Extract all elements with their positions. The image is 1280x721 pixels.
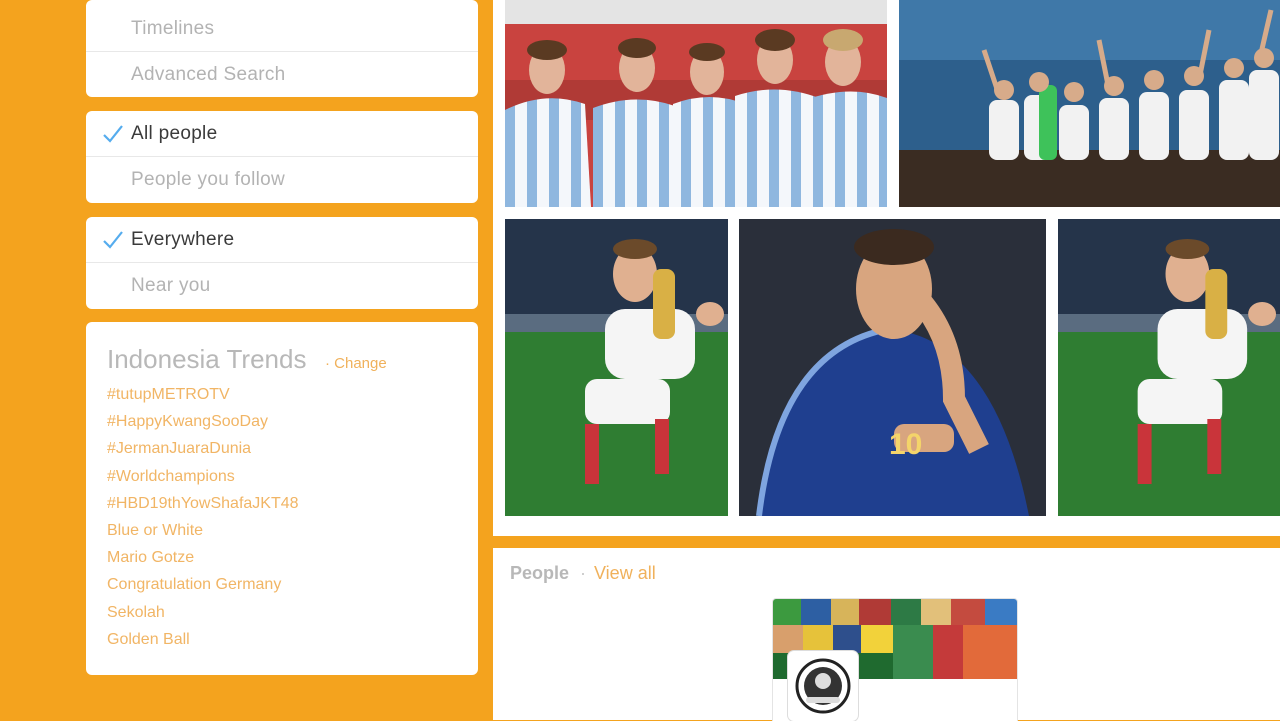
trend-item[interactable]: #HappyKwangSooDay bbox=[107, 413, 299, 440]
filter-all-people[interactable]: All people bbox=[86, 111, 478, 157]
trend-item[interactable]: Congratulation Germany bbox=[107, 576, 299, 603]
trends-list: #tutupMETROTV #HappyKwangSooDay #JermanJ… bbox=[107, 386, 299, 658]
people-panel: People · View all bbox=[493, 548, 1280, 721]
media-photo-2[interactable] bbox=[899, 0, 1280, 207]
menu-item-label: Advanced Search bbox=[131, 64, 286, 85]
player-in-blue-jersey-photo: 10 bbox=[739, 219, 1046, 516]
trend-item[interactable]: #tutupMETROTV bbox=[107, 386, 299, 413]
location-filter-card: Everywhere Near you bbox=[86, 217, 478, 309]
trends-change-link[interactable]: · Change bbox=[325, 355, 387, 372]
trend-item[interactable]: Mario Gotze bbox=[107, 549, 299, 576]
trend-item[interactable]: #Worldchampions bbox=[107, 468, 299, 495]
menu-item-timelines[interactable]: Timelines bbox=[86, 0, 478, 52]
player-with-trophy-photo bbox=[505, 219, 728, 516]
trends-title: Indonesia Trends bbox=[107, 344, 307, 374]
media-panel: 10 bbox=[493, 0, 1280, 536]
trend-item[interactable]: Golden Ball bbox=[107, 631, 299, 658]
team-in-striped-jerseys-photo bbox=[505, 0, 887, 207]
view-all-link[interactable]: View all bbox=[594, 563, 656, 584]
media-photo-5[interactable] bbox=[1058, 219, 1280, 516]
trend-item[interactable]: Sekolah bbox=[107, 604, 299, 631]
profile-logo-icon bbox=[795, 658, 851, 714]
check-icon bbox=[103, 125, 123, 143]
people-filter-card: All people People you follow bbox=[86, 111, 478, 203]
filter-label: Everywhere bbox=[131, 229, 235, 250]
menu-item-label: Timelines bbox=[131, 18, 215, 39]
filter-people-you-follow[interactable]: People you follow bbox=[86, 157, 478, 203]
media-photo-4[interactable]: 10 bbox=[739, 219, 1046, 516]
separator: · bbox=[580, 563, 586, 583]
people-title: People bbox=[510, 563, 570, 583]
filter-everywhere[interactable]: Everywhere bbox=[86, 217, 478, 263]
search-menu-card: Timelines Advanced Search bbox=[86, 0, 478, 97]
media-photo-3[interactable] bbox=[505, 219, 728, 516]
trend-item[interactable]: Blue or White bbox=[107, 522, 299, 549]
filter-label: All people bbox=[131, 123, 218, 144]
player-with-trophy-photo bbox=[1058, 219, 1280, 516]
trends-card: Indonesia Trends · Change #tutupMETROTV … bbox=[86, 322, 478, 675]
trend-item[interactable]: #JermanJuaraDunia bbox=[107, 440, 299, 467]
menu-item-advanced-search[interactable]: Advanced Search bbox=[86, 52, 478, 97]
media-photo-1[interactable] bbox=[505, 0, 887, 207]
filter-near-you[interactable]: Near you bbox=[86, 263, 478, 309]
team-celebration-photo bbox=[899, 0, 1280, 207]
avatar[interactable] bbox=[788, 651, 858, 721]
trend-item[interactable]: #HBD19thYowShafaJKT48 bbox=[107, 495, 299, 522]
check-icon bbox=[103, 231, 123, 249]
filter-label: Near you bbox=[131, 275, 211, 296]
filter-label: People you follow bbox=[131, 169, 286, 190]
jersey-number: 10 bbox=[889, 428, 922, 461]
profile-card[interactable] bbox=[772, 598, 1018, 721]
